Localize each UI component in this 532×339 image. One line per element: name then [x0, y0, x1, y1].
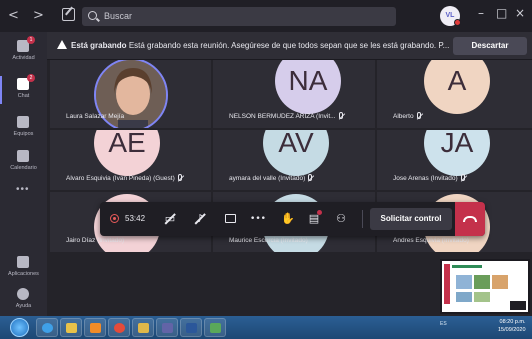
search-box[interactable]: Buscar	[82, 7, 396, 26]
control-divider	[362, 210, 363, 228]
rail-item-label: Aplicaciones	[8, 271, 39, 277]
maximize-button[interactable]: □	[496, 6, 507, 20]
chat-panel-button[interactable]: ▤	[306, 210, 322, 227]
hang-up-button[interactable]	[455, 202, 485, 236]
close-button[interactable]: ×	[515, 6, 525, 20]
calendar-icon	[17, 150, 29, 162]
mic-off-icon	[308, 174, 313, 181]
file-explorer-icon[interactable]	[60, 318, 82, 337]
rail-item-chat[interactable]: 2 Chat	[0, 72, 47, 110]
more-actions-button[interactable]: •••	[250, 211, 266, 227]
participant-name: Laura Salazar Mejía	[66, 113, 125, 120]
call-timer: 53:42	[125, 214, 146, 223]
camera-off-icon[interactable]: ▭	[162, 211, 178, 227]
search-icon	[88, 11, 97, 20]
rail-item-help[interactable]: Ayuda	[0, 282, 47, 320]
participant-tile[interactable]: JA Jose Arenas (Invitado)	[377, 130, 532, 190]
shared-screen-thumbnail[interactable]	[440, 259, 530, 314]
participant-avatar: NA	[275, 60, 341, 114]
presence-status-icon	[454, 19, 461, 26]
participants-icon[interactable]: ⚇	[333, 211, 349, 227]
notification-dot	[317, 210, 322, 215]
participant-name: Alvaro Esquivia (Ivan Pineda) (Guest)	[66, 174, 182, 182]
back-button[interactable]: <	[8, 8, 19, 23]
dismiss-button[interactable]: Descartar	[453, 37, 527, 55]
rail-item-label: Chat	[17, 93, 30, 99]
taskbar-clock[interactable]: 08:20 p.m. 15/09/2020	[498, 318, 526, 334]
recording-icon	[110, 214, 119, 223]
teams-app-icon[interactable]	[156, 318, 178, 337]
word-icon[interactable]	[180, 318, 202, 337]
photos-icon[interactable]	[204, 318, 226, 337]
call-controls: 53:42 ▭ ♪ ••• ✋ ▤ ⚇ Solicitar control	[100, 202, 485, 236]
title-bar: < > Buscar VL – □ ×	[0, 0, 532, 32]
warning-icon	[57, 40, 67, 49]
participant-name: Maurice Escorcia (Invitado)	[229, 237, 308, 244]
search-placeholder: Buscar	[104, 11, 133, 21]
new-chat-icon[interactable]	[62, 8, 75, 21]
participant-tile[interactable]: A Alberto	[377, 60, 532, 128]
rail-item-teams[interactable]: Equipos	[0, 110, 47, 148]
share-icon	[225, 214, 236, 223]
request-control-button[interactable]: Solicitar control	[370, 208, 452, 230]
activity-badge: 1	[27, 36, 35, 44]
mic-off-icon	[460, 174, 465, 181]
rail-item-label: Actividad	[12, 55, 35, 61]
minimize-button[interactable]: –	[478, 6, 484, 20]
participant-avatar: AE	[94, 130, 160, 176]
apps-icon	[17, 256, 29, 268]
participant-tile[interactable]: Laura Salazar Mejía	[50, 60, 211, 128]
mic-off-icon[interactable]: ♪	[192, 211, 208, 227]
rail-item-label: Equipos	[13, 131, 34, 137]
participant-name: aymara del valle (Invitado)	[229, 174, 313, 182]
mic-off-icon	[416, 112, 421, 119]
start-button[interactable]	[10, 318, 29, 337]
rail-item-label: Calendario	[10, 165, 37, 171]
participant-tile[interactable]: AE Alvaro Esquivia (Ivan Pineda) (Guest)	[50, 130, 211, 190]
participant-tile[interactable]: NA NELSON BERMUDEZ ARIZA (Invit...	[213, 60, 375, 128]
rail-item-calendar[interactable]: Calendario	[0, 144, 47, 182]
share-screen-button[interactable]	[222, 211, 238, 227]
participant-name: Jose Arenas (Invitado)	[393, 174, 465, 182]
help-icon	[17, 288, 29, 300]
forward-button[interactable]: >	[33, 8, 44, 23]
raise-hand-icon[interactable]: ✋	[280, 211, 296, 227]
system-tray[interactable]: ES	[440, 321, 447, 327]
recording-banner: Está grabando Está grabando esta reunión…	[47, 32, 532, 60]
mic-off-icon	[177, 174, 182, 181]
chrome-icon[interactable]	[108, 318, 130, 337]
participant-name: Jairo Díaz (Invitado)	[66, 237, 125, 244]
participant-avatar: A	[424, 60, 490, 114]
windows-taskbar: ES 08:20 p.m. 15/09/2020	[0, 316, 532, 339]
participant-name: NELSON BERMUDEZ ARIZA (Invit...	[229, 112, 343, 120]
recording-message: Está grabando Está grabando esta reunión…	[71, 41, 450, 50]
phone-icon	[463, 216, 477, 222]
rail-item-activity[interactable]: 1 Actividad	[0, 34, 47, 72]
shared-content-preview-icon	[442, 261, 528, 312]
more-apps-button[interactable]: •••	[16, 184, 30, 195]
participant-name: Andres Esquivia (Invitado)	[393, 237, 469, 244]
internet-explorer-icon[interactable]	[36, 318, 58, 337]
rail-item-label: Ayuda	[15, 303, 32, 309]
chat-badge: 2	[27, 74, 35, 82]
participant-tile[interactable]: AV aymara del valle (Invitado)	[213, 130, 375, 190]
participant-avatar: AV	[263, 130, 329, 176]
mic-off-icon	[338, 112, 343, 119]
folder-icon[interactable]	[132, 318, 154, 337]
participant-name: Alberto	[393, 112, 421, 120]
app-rail: 1 Actividad 2 Chat Equipos Calendario ••…	[0, 32, 47, 316]
participant-avatar: JA	[424, 130, 490, 176]
teams-icon	[17, 116, 29, 128]
media-player-icon[interactable]	[84, 318, 106, 337]
